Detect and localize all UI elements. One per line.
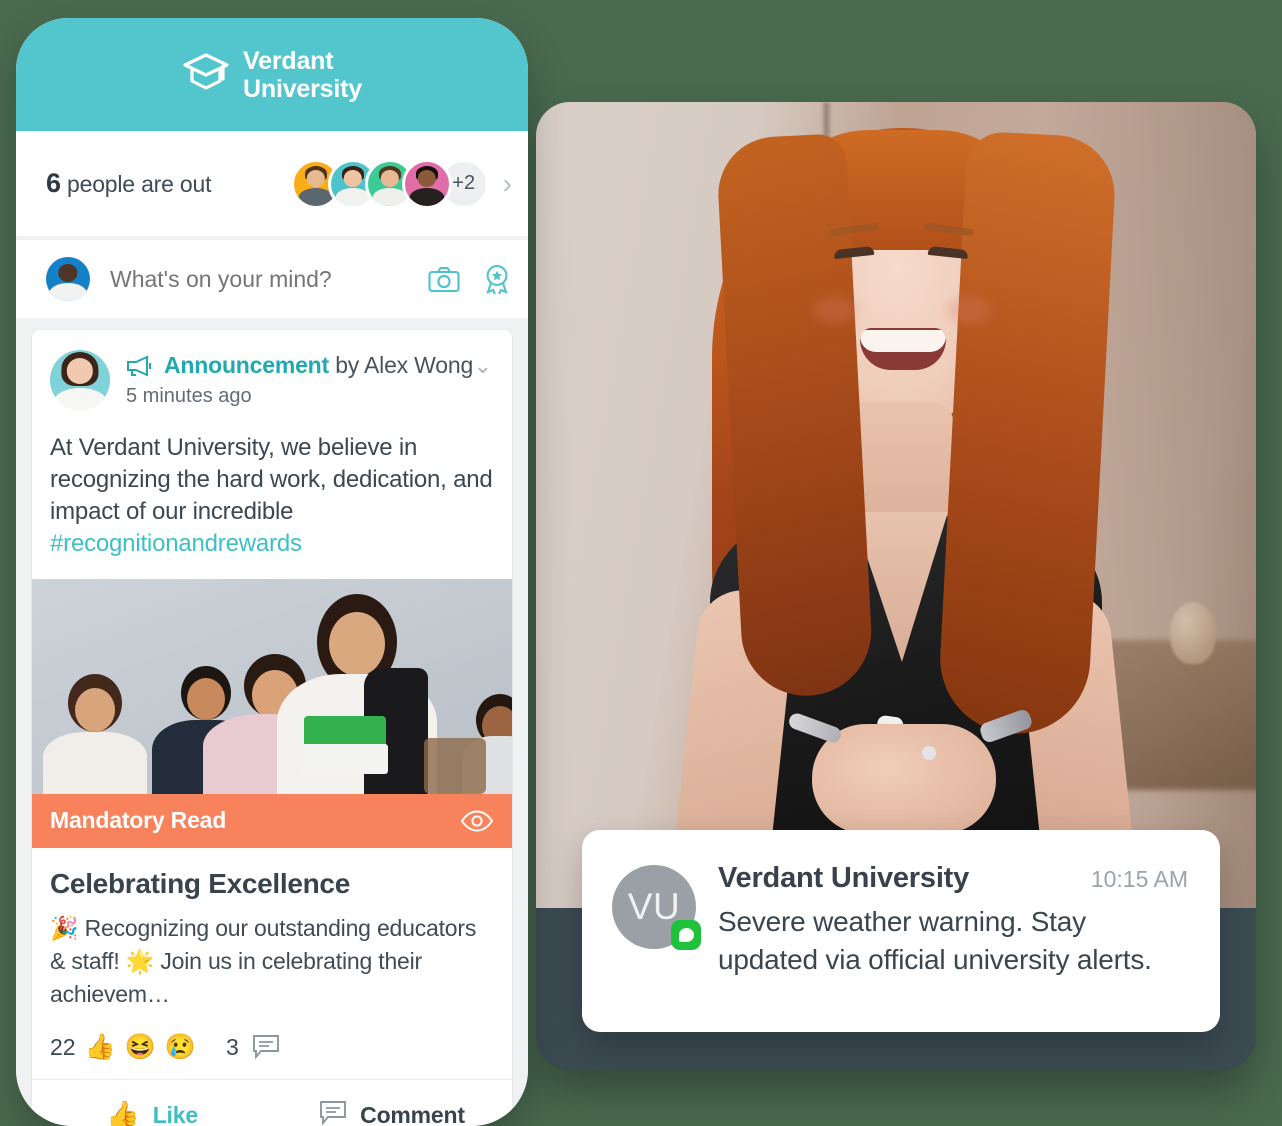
notification-card[interactable]: VU Verdant University 10:15 AM Severe we… (582, 830, 1220, 1032)
people-out-bar[interactable]: 6 people are out +2 › (16, 131, 528, 236)
post-author-name[interactable]: Alex Wong (364, 352, 473, 378)
brand-name-line2: University (243, 74, 362, 103)
notification-avatar-initials: VU (627, 886, 681, 927)
laughing-emoji-icon[interactable]: 😆 (125, 1034, 156, 1060)
camera-icon[interactable] (428, 266, 460, 293)
people-out-label: 6 people are out (46, 168, 211, 199)
like-button[interactable]: 👍 Like (32, 1099, 272, 1126)
current-user-avatar (46, 257, 90, 301)
post-body-before: At Verdant University, we believe in rec… (50, 434, 493, 526)
post-channel-name[interactable]: Announcement (164, 352, 329, 379)
people-out-count: 6 (46, 168, 61, 198)
tablet-screen-photo (536, 102, 1256, 910)
post-by-prefix: by (335, 352, 360, 378)
comment-icon[interactable] (252, 1034, 280, 1060)
comment-count: 3 (226, 1033, 239, 1060)
post-body-text: At Verdant University, we believe in rec… (32, 410, 512, 579)
reaction-count: 22 (50, 1033, 76, 1060)
article-title[interactable]: Celebrating Excellence (32, 848, 512, 900)
notification-title: Verdant University (718, 862, 970, 894)
post-timestamp: 5 minutes ago (126, 385, 252, 407)
people-out-text: people are out (67, 171, 212, 197)
chevron-right-icon[interactable]: › (503, 169, 512, 198)
post-header: Announcement by Alex Wong ⌄ 5 minutes ag… (32, 330, 512, 410)
megaphone-icon (126, 354, 154, 377)
post-author-avatar[interactable] (50, 350, 110, 410)
like-label: Like (152, 1101, 198, 1126)
avatar[interactable] (401, 158, 452, 209)
chat-bubble-icon (671, 920, 701, 950)
photo-vase (1170, 602, 1216, 664)
graduation-cap-icon (182, 51, 230, 98)
eye-icon[interactable] (460, 810, 494, 832)
article-summary: 🎉 Recognizing our outstanding educators … (50, 914, 477, 1008)
feed: Announcement by Alex Wong ⌄ 5 minutes ag… (16, 318, 528, 1126)
photo-woman-presenting (670, 120, 1138, 910)
compose-bar[interactable] (16, 240, 528, 318)
thumbs-up-icon: 👍 (106, 1100, 140, 1126)
article-image[interactable] (32, 578, 512, 794)
post-author-line: by Alex Wong (329, 352, 473, 379)
mandatory-read-banner[interactable]: Mandatory Read (32, 793, 512, 848)
post-actions: 👍 Like Comment (32, 1078, 512, 1126)
app-header: Verdant University (16, 18, 528, 131)
brand-name-line1: Verdant (243, 46, 334, 75)
notification-avatar: VU (612, 865, 701, 950)
people-out-avatars[interactable]: +2 (290, 158, 489, 209)
chevron-down-icon[interactable]: ⌄ (474, 353, 494, 379)
reactions-row[interactable]: 22 👍 😆 😢 3 (32, 1012, 512, 1079)
comment-label: Comment (360, 1101, 465, 1126)
notification-timestamp: 10:15 AM (1090, 866, 1188, 892)
award-badge-icon[interactable] (482, 264, 512, 295)
notification-message: Severe weather warning. Stay updated via… (718, 906, 1152, 975)
page-background: VU Verdant University 10:15 AM Severe we… (0, 0, 1282, 1126)
comment-icon (319, 1100, 347, 1126)
post-hashtag[interactable]: #recognitionandrewards (50, 530, 302, 557)
compose-input[interactable] (110, 265, 406, 293)
post-card-announcement: Announcement by Alex Wong ⌄ 5 minutes ag… (32, 330, 512, 1126)
mandatory-read-label: Mandatory Read (50, 807, 227, 834)
thumbs-up-icon[interactable]: 👍 (85, 1034, 116, 1060)
phone-screen: Verdant University 6 people are out +2 ›… (16, 18, 528, 1126)
crying-emoji-icon[interactable]: 😢 (165, 1034, 196, 1060)
comment-button[interactable]: Comment (272, 1100, 512, 1126)
